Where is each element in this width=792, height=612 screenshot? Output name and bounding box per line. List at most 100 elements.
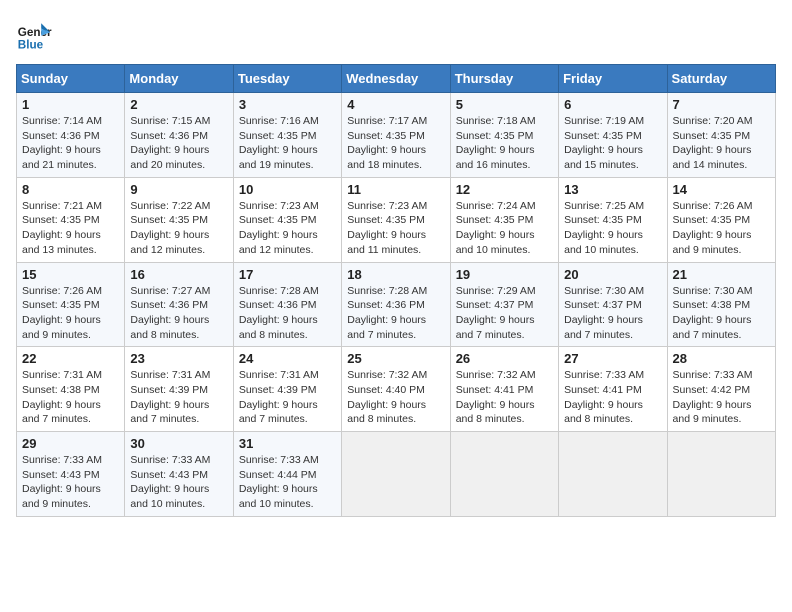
sunrise-text: Sunrise: 7:25 AM [564,200,644,212]
daylight-text: Daylight: 9 hours and 7 minutes. [130,399,209,426]
week-row-5: 29Sunrise: 7:33 AMSunset: 4:43 PMDayligh… [17,432,776,517]
calendar-cell: 25 Sunrise: 7:32 AM Sunset: 4:40 PM Dayligh… [342,347,450,432]
daylight-text: Daylight: 9 hours and 7 minutes. [456,314,535,341]
sunset-text: Sunset: 4:39 PM [130,384,208,396]
calendar-cell [667,432,775,517]
calendar-cell: 1Sunrise: 7:14 AMSunset: 4:36 PMDaylight… [17,93,125,178]
calendar-cell: 6 Sunrise: 7:19 AM Sunset: 4:35 PM Daylight… [559,93,667,178]
sunrise-text: Sunrise: 7:30 AM [564,285,644,297]
day-header-sunday: Sunday [17,65,125,93]
daylight-text: Daylight: 9 hours and 8 minutes. [564,399,643,426]
sunset-text: Sunset: 4:36 PM [347,299,425,311]
daylight-text: Daylight: 9 hours and 8 minutes. [456,399,535,426]
daylight-text: Daylight: 9 hours and 12 minutes. [239,229,318,256]
day-number: 3 [239,97,336,112]
day-info: Sunrise: 7:32 AM Sunset: 4:41 PM Daylight:… [456,368,553,427]
sunset-text: Sunset: 4:35 PM [456,130,534,142]
day-info: Sunrise: 7:14 AMSunset: 4:36 PMDaylight:… [22,114,119,173]
sunset-text: Sunset: 4:35 PM [564,214,642,226]
calendar-cell [450,432,558,517]
sunrise-text: Sunrise: 7:26 AM [673,200,753,212]
sunset-text: Sunset: 4:35 PM [673,130,751,142]
sunrise-text: Sunrise: 7:19 AM [564,115,644,127]
daylight-text: Daylight: 9 hours and 9 minutes. [22,483,101,510]
sunset-text: Sunset: 4:35 PM [564,130,642,142]
sunrise-text: Sunrise: 7:32 AM [347,369,427,381]
sunset-text: Sunset: 4:37 PM [564,299,642,311]
sunset-text: Sunset: 4:35 PM [456,214,534,226]
daylight-text: Daylight: 9 hours and 20 minutes. [130,144,209,171]
sunrise-text: Sunrise: 7:31 AM [239,369,319,381]
sunset-text: Sunset: 4:38 PM [673,299,751,311]
sunset-text: Sunset: 4:41 PM [564,384,642,396]
day-header-thursday: Thursday [450,65,558,93]
calendar-cell: 9Sunrise: 7:22 AMSunset: 4:35 PMDaylight… [125,177,233,262]
days-header-row: SundayMondayTuesdayWednesdayThursdayFrid… [17,65,776,93]
sunrise-text: Sunrise: 7:17 AM [347,115,427,127]
sunrise-text: Sunrise: 7:28 AM [347,285,427,297]
calendar-cell: 12Sunrise: 7:24 AMSunset: 4:35 PMDayligh… [450,177,558,262]
day-info: Sunrise: 7:31 AMSunset: 4:38 PMDaylight:… [22,368,119,427]
calendar-cell: 26 Sunrise: 7:32 AM Sunset: 4:41 PM Dayligh… [450,347,558,432]
daylight-text: Daylight: 9 hours and 7 minutes. [564,314,643,341]
day-number: 26 [456,351,553,366]
day-info: Sunrise: 7:21 AMSunset: 4:35 PMDaylight:… [22,199,119,258]
sunrise-text: Sunrise: 7:26 AM [22,285,102,297]
sunset-text: Sunset: 4:35 PM [239,214,317,226]
day-info: Sunrise: 7:17 AMSunset: 4:35 PMDaylight:… [347,114,444,173]
day-number: 25 [347,351,444,366]
sunrise-text: Sunrise: 7:15 AM [130,115,210,127]
daylight-text: Daylight: 9 hours and 10 minutes. [130,483,209,510]
day-number: 16 [130,267,227,282]
day-info: Sunrise: 7:22 AMSunset: 4:35 PMDaylight:… [130,199,227,258]
day-number: 5 [456,97,553,112]
day-number: 6 [564,97,661,112]
day-info: Sunrise: 7:26 AMSunset: 4:35 PMDaylight:… [673,199,770,258]
day-info: Sunrise: 7:31 AMSunset: 4:39 PMDaylight:… [239,368,336,427]
sunset-text: Sunset: 4:36 PM [130,299,208,311]
calendar-cell: 5Sunrise: 7:18 AMSunset: 4:35 PMDaylight… [450,93,558,178]
day-header-wednesday: Wednesday [342,65,450,93]
week-row-3: 15Sunrise: 7:26 AMSunset: 4:35 PMDayligh… [17,262,776,347]
daylight-text: Daylight: 9 hours and 7 minutes. [22,399,101,426]
daylight-text: Daylight: 9 hours and 10 minutes. [239,483,318,510]
sunrise-text: Sunrise: 7:29 AM [456,285,536,297]
calendar-cell: 22 Sunrise: 7:31 AMSunset: 4:38 PMDayligh… [17,347,125,432]
sunset-text: Sunset: 4:41 PM [456,384,534,396]
calendar-cell: 4Sunrise: 7:17 AMSunset: 4:35 PMDaylight… [342,93,450,178]
sunrise-text: Sunrise: 7:33 AM [239,454,319,466]
day-number: 8 [22,182,119,197]
daylight-text: Daylight: 9 hours and 14 minutes. [673,144,752,171]
sunset-text: Sunset: 4:40 PM [347,384,425,396]
day-info: Sunrise: 7:31 AMSunset: 4:39 PMDaylight:… [130,368,227,427]
sunset-text: Sunset: 4:43 PM [130,469,208,481]
day-info: Sunrise: 7:33 AMSunset: 4:43 PMDaylight:… [130,453,227,512]
day-number: 29 [22,436,119,451]
sunset-text: Sunset: 4:37 PM [456,299,534,311]
day-info: Sunrise: 7:16 AMSunset: 4:35 PMDaylight:… [239,114,336,173]
calendar-cell [559,432,667,517]
sunset-text: Sunset: 4:35 PM [347,214,425,226]
day-header-tuesday: Tuesday [233,65,341,93]
day-number: 30 [130,436,227,451]
daylight-text: Daylight: 9 hours and 16 minutes. [456,144,535,171]
calendar-cell: 7Sunrise: 7:20 AMSunset: 4:35 PMDaylight… [667,93,775,178]
sunrise-text: Sunrise: 7:28 AM [239,285,319,297]
calendar-cell: 2Sunrise: 7:15 AMSunset: 4:36 PMDaylight… [125,93,233,178]
sunrise-text: Sunrise: 7:32 AM [456,369,536,381]
day-info: Sunrise: 7:20 AM Sunset: 4:35 PM Daylight:… [673,114,770,173]
day-info: Sunrise: 7:29 AM Sunset: 4:37 PM Daylight:… [456,284,553,343]
sunrise-text: Sunrise: 7:22 AM [130,200,210,212]
daylight-text: Daylight: 9 hours and 8 minutes. [347,399,426,426]
day-info: Sunrise: 7:25 AMSunset: 4:35 PMDaylight:… [564,199,661,258]
day-number: 23 [130,351,227,366]
sunrise-text: Sunrise: 7:30 AM [673,285,753,297]
daylight-text: Daylight: 9 hours and 18 minutes. [347,144,426,171]
calendar-cell: 27Sunrise: 7:33 AMSunset: 4:41 PMDayligh… [559,347,667,432]
day-number: 15 [22,267,119,282]
daylight-text: Daylight: 9 hours and 12 minutes. [130,229,209,256]
daylight-text: Daylight: 9 hours and 9 minutes. [22,314,101,341]
sunrise-text: Sunrise: 7:20 AM [673,115,753,127]
day-number: 22 [22,351,119,366]
daylight-text: Daylight: 9 hours and 15 minutes. [564,144,643,171]
